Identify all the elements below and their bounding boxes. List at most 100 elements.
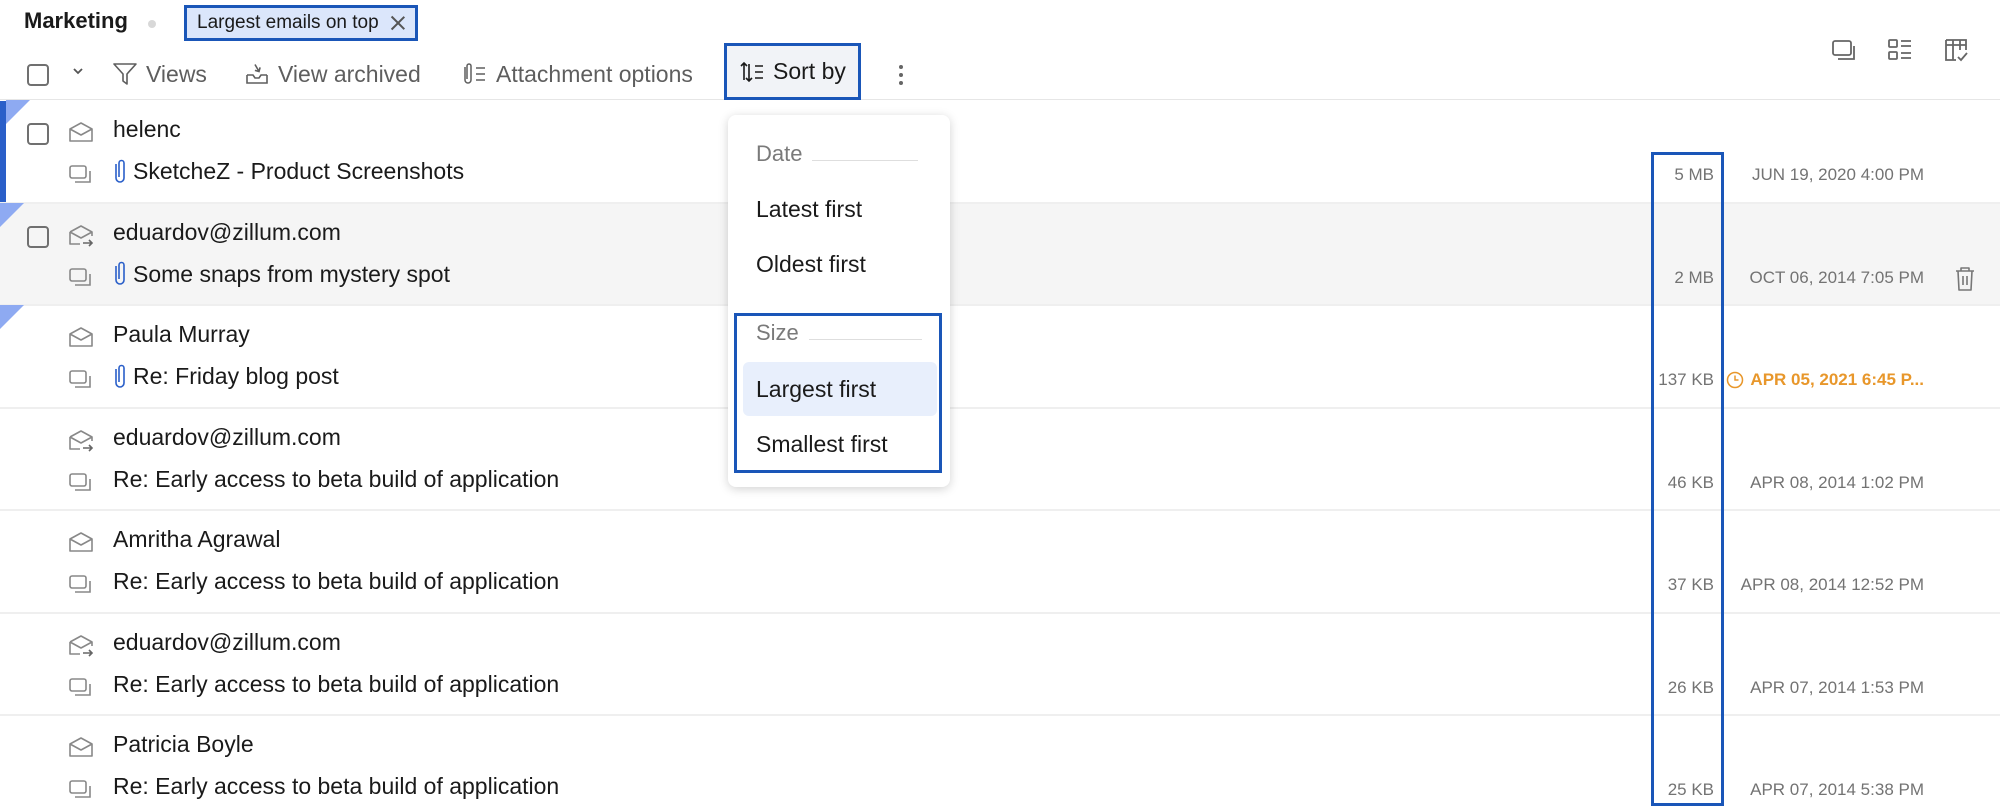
conversation-view-icon[interactable] — [1830, 36, 1858, 64]
attachment-options-button[interactable]: Attachment options — [460, 48, 693, 100]
sort-by-label: Sort by — [773, 58, 846, 84]
conversation-icon — [69, 165, 91, 183]
separator-dot — [148, 20, 156, 28]
sender-name: eduardov@zillum.com — [113, 628, 341, 655]
header: Marketing Largest emails on top — [0, 0, 2000, 45]
views-label: Views — [146, 60, 207, 87]
email-size: 26 KB — [1667, 677, 1714, 697]
conversation-icon — [69, 780, 91, 798]
email-row[interactable]: eduardov@zillum.com Some snaps from myst… — [0, 202, 2000, 306]
email-subject: SketcheZ - Product Screenshots — [113, 158, 464, 185]
email-date: APR 08, 2014 12:52 PM — [1740, 575, 1924, 594]
sort-latest-first-label: Latest first — [756, 195, 863, 222]
size-options-highlight — [734, 313, 942, 473]
subject-text: Some snaps from mystery spot — [133, 260, 450, 287]
chevron-down-icon[interactable] — [72, 65, 84, 77]
filter-chip-label: Largest emails on top — [197, 12, 379, 33]
sort-oldest-first[interactable]: Oldest first — [743, 237, 937, 291]
subject-text: Re: Early access to beta build of applic… — [113, 568, 560, 594]
select-all-checkbox[interactable] — [27, 64, 49, 86]
sort-oldest-first-label: Oldest first — [756, 250, 866, 277]
email-list: helenc SketcheZ - Product Screenshots 5 … — [0, 100, 2000, 811]
view-archived-button[interactable]: View archived — [244, 48, 421, 100]
envelope-open-icon — [69, 737, 93, 757]
email-row[interactable]: Patricia Boyle Re: Early access to beta … — [0, 716, 2000, 811]
date-group-label: Date — [756, 141, 803, 166]
email-date: JUN 19, 2020 4:00 PM — [1752, 165, 1924, 184]
sender-name: Amritha Agrawal — [113, 526, 281, 552]
date-group-header: Date — [756, 141, 919, 167]
email-size: 37 KB — [1667, 575, 1714, 594]
email-subject: Re: Friday blog post — [113, 363, 339, 390]
attachment-list-icon — [464, 63, 485, 84]
attachment-options-label: Attachment options — [496, 60, 693, 87]
email-subject: Re: Early access to beta build of applic… — [113, 466, 559, 493]
filter-icon — [113, 63, 137, 85]
attachment-icon — [115, 261, 125, 285]
email-size: 46 KB — [1667, 472, 1714, 492]
subject-text: Re: Early access to beta build of applic… — [113, 773, 560, 799]
archive-icon — [246, 64, 268, 84]
email-row[interactable]: Paula Murray Re: Friday blog post 137 KB… — [0, 305, 2000, 409]
email-row[interactable]: helenc SketcheZ - Product Screenshots 5 … — [0, 100, 2000, 204]
row-checkbox[interactable] — [27, 123, 49, 145]
sort-dropdown-menu: Date Latest first Oldest first Size Larg… — [728, 115, 950, 487]
toolbar: Views View archived Attachment options S… — [0, 39, 2000, 100]
flag-marker — [0, 305, 24, 329]
email-subject: Some snaps from mystery spot — [113, 261, 450, 288]
views-button[interactable]: Views — [112, 48, 207, 100]
email-size: 2 MB — [1674, 267, 1714, 287]
conversation-icon — [69, 575, 91, 593]
email-row[interactable]: eduardov@zillum.com Re: Early access to … — [0, 614, 2000, 716]
sender-name: helenc — [113, 116, 181, 142]
email-subject: Re: Early access to beta build of applic… — [113, 568, 559, 595]
sender-name: Paula Murray — [113, 321, 250, 347]
column-settings-icon[interactable] — [1942, 36, 1970, 64]
close-icon[interactable] — [389, 14, 407, 32]
email-date: OCT 06, 2014 7:05 PM — [1749, 267, 1924, 287]
flag-marker — [0, 202, 24, 227]
subject-text: Re: Early access to beta build of applic… — [113, 670, 560, 697]
attachment-icon — [115, 364, 125, 388]
folder-title: Marketing — [24, 8, 128, 33]
email-date: APR 07, 2014 5:38 PM — [1750, 780, 1924, 799]
filter-chip[interactable]: Largest emails on top — [184, 5, 418, 41]
email-date: APR 07, 2014 1:53 PM — [1750, 677, 1924, 697]
more-options-icon[interactable] — [893, 62, 909, 88]
email-size: 25 KB — [1667, 780, 1714, 799]
clock-icon — [1727, 371, 1744, 389]
subject-text: Re: Friday blog post — [133, 363, 339, 389]
email-size: 137 KB — [1658, 370, 1714, 389]
trash-icon[interactable] — [1953, 265, 1977, 293]
email-row[interactable]: Amritha Agrawal Re: Early access to beta… — [0, 511, 2000, 614]
conversation-icon — [69, 472, 91, 491]
divider — [812, 159, 919, 161]
conversation-icon — [69, 370, 91, 388]
email-date: APR 08, 2014 1:02 PM — [1750, 472, 1924, 492]
sender-name: eduardov@zillum.com — [113, 218, 341, 245]
subject-text: Re: Early access to beta build of applic… — [113, 465, 560, 492]
reminder-date: APR 05, 2021 6:45 P... — [1750, 370, 1924, 389]
envelope-open-icon — [69, 122, 93, 142]
sender-name: eduardov@zillum.com — [113, 423, 341, 450]
sort-latest-first[interactable]: Latest first — [743, 182, 937, 236]
envelope-forwarded-icon — [69, 429, 94, 452]
email-subject: Re: Early access to beta build of applic… — [113, 671, 559, 698]
view-archived-label: View archived — [278, 60, 421, 87]
list-layout-icon[interactable] — [1886, 36, 1914, 64]
conversation-icon — [69, 267, 91, 286]
envelope-open-icon — [69, 532, 93, 552]
email-row[interactable]: eduardov@zillum.com Re: Early access to … — [0, 409, 2000, 511]
sender-name: Patricia Boyle — [113, 731, 254, 757]
envelope-open-icon — [69, 327, 93, 347]
row-checkbox[interactable] — [27, 225, 49, 248]
envelope-forwarded-icon — [69, 224, 94, 247]
sort-icon — [740, 61, 763, 82]
conversation-icon — [69, 677, 91, 696]
email-subject: Re: Early access to beta build of applic… — [113, 773, 559, 800]
attachment-icon — [115, 159, 125, 183]
envelope-forwarded-icon — [69, 634, 94, 657]
email-size: 5 MB — [1674, 165, 1714, 184]
subject-text: SketcheZ - Product Screenshots — [133, 158, 465, 184]
sort-by-button[interactable]: Sort by — [724, 43, 861, 100]
